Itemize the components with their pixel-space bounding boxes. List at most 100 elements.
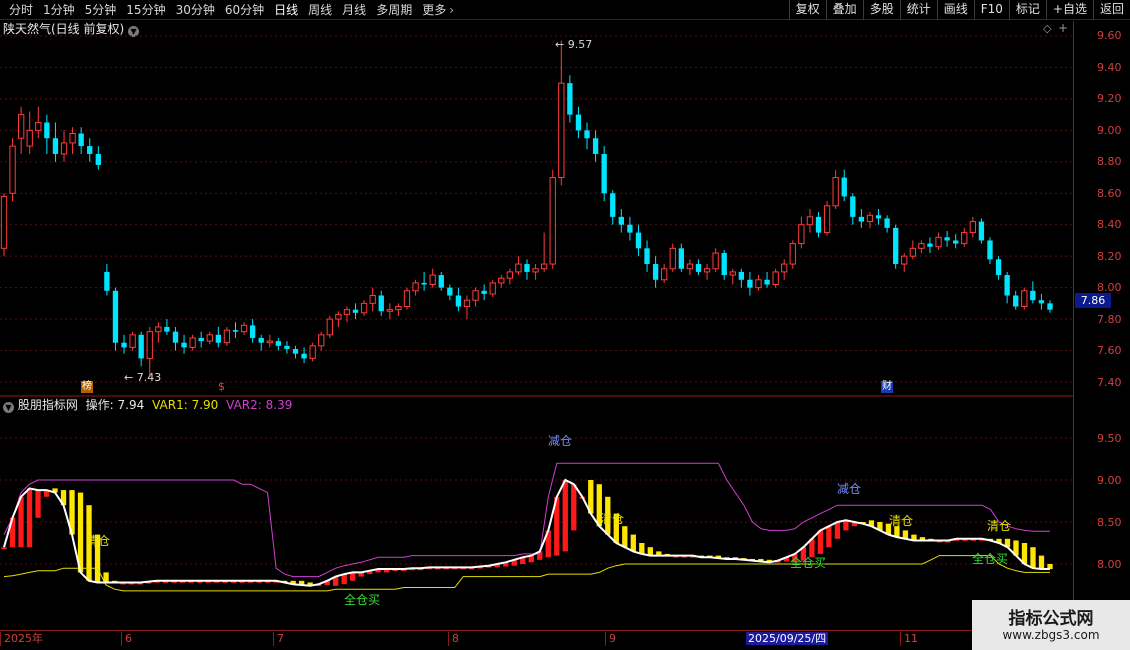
y-tick: 9.00 [1097, 474, 1122, 487]
candle-body [258, 337, 264, 343]
price-axis-separator [1073, 21, 1074, 631]
signal-reduce: 减仓 [548, 434, 573, 448]
x-tick: 11 [900, 632, 918, 646]
indicator-bar [26, 488, 33, 548]
indicator-bar [834, 522, 841, 539]
candle-body [369, 295, 376, 304]
candle-body [627, 224, 633, 233]
chart-canvas[interactable] [0, 0, 1074, 630]
candle-body [44, 122, 50, 139]
watermark-url: www.zbgs3.com [1002, 628, 1100, 642]
candle-body [540, 263, 548, 270]
candle-body [284, 345, 290, 349]
main-line [3, 478, 1050, 587]
indicator-bar [630, 534, 636, 552]
candle-body [832, 177, 839, 207]
candle-body [249, 325, 256, 338]
indicator-bar [817, 530, 824, 554]
candle-body [17, 114, 25, 139]
candle-body [789, 243, 796, 265]
candle-body [978, 221, 985, 241]
candle-body [326, 318, 333, 336]
cursor-date: 2025/09/25/四 [746, 632, 829, 645]
candle-body [421, 282, 427, 285]
y-tick: 8.60 [1097, 187, 1122, 200]
candle-body [506, 271, 514, 279]
candle-body [138, 334, 144, 359]
candle-body [412, 282, 419, 292]
candle-body [386, 309, 393, 312]
candle-body [155, 326, 162, 333]
candle-body [172, 331, 179, 343]
candle-body [232, 330, 239, 332]
candle-body [584, 130, 590, 139]
x-tick: 7 [273, 632, 284, 646]
candle-body [703, 268, 711, 273]
candle-body [567, 83, 573, 115]
candle-body [858, 216, 865, 222]
candle-body [721, 253, 727, 276]
candle-body [343, 309, 351, 315]
candle-body [558, 82, 565, 179]
candle-body [352, 309, 359, 313]
y-tick: 7.40 [1097, 376, 1122, 389]
candle-body [935, 236, 942, 248]
candle-body [755, 279, 762, 289]
candle-body [181, 342, 187, 348]
indicator-bar [18, 496, 24, 548]
candle-body [472, 290, 479, 301]
candle-body [850, 196, 856, 217]
candle-body [764, 279, 770, 285]
indicator-bar [562, 480, 568, 552]
candle-body [189, 337, 196, 348]
candle-body [909, 247, 916, 257]
x-tick: 8 [448, 632, 459, 646]
candle-body [610, 193, 616, 217]
candle-body [9, 145, 16, 194]
marker-badge[interactable]: $ [218, 380, 225, 393]
back-button[interactable]: 返回 [1092, 0, 1130, 20]
candle-body [198, 337, 204, 342]
low-value: 7.43 [136, 371, 162, 384]
candle-body [575, 114, 582, 131]
candle-body [738, 271, 745, 280]
candle-body [78, 133, 84, 147]
last-price-tag: 7.86 [1075, 293, 1111, 308]
candle-body [712, 252, 719, 270]
candle-body [866, 214, 874, 223]
candle-body [927, 243, 933, 247]
candle-body [644, 248, 650, 265]
candle-body [481, 290, 487, 294]
candle-body [395, 306, 402, 311]
candle-body [87, 146, 93, 154]
candle-body [335, 313, 342, 320]
candle-body [164, 326, 170, 332]
candle-body [841, 177, 847, 197]
candle-body [798, 224, 805, 245]
x-tick: 9 [605, 632, 616, 646]
x-tick: 6 [121, 632, 132, 646]
signal-clear: 清仓 [600, 512, 625, 526]
candle-body [360, 302, 368, 314]
y-tick: 8.00 [1097, 558, 1122, 571]
y-tick: 7.60 [1097, 344, 1122, 357]
candle-body [1013, 295, 1019, 307]
signal-buy: 全仓买 [972, 552, 1009, 566]
candle-body [121, 342, 127, 348]
indicator-bar [826, 526, 832, 548]
candle-body [661, 268, 668, 281]
marker-badge[interactable]: 财 [881, 381, 893, 393]
indicator-bar [622, 526, 628, 548]
marker-badge[interactable]: 榜 [81, 381, 93, 393]
candle-body [635, 232, 642, 249]
y-tick: 8.40 [1097, 218, 1122, 231]
y-tick: 9.60 [1097, 29, 1122, 42]
candle-body [1047, 303, 1053, 310]
high-label: ← 9.57 [555, 38, 593, 51]
candle-body [0, 195, 8, 249]
watermark: 指标公式网 www.zbgs3.com [972, 600, 1130, 650]
candle-body [772, 271, 779, 285]
candle-body [781, 263, 788, 273]
candle-body [206, 334, 213, 342]
candle-body [463, 299, 471, 308]
